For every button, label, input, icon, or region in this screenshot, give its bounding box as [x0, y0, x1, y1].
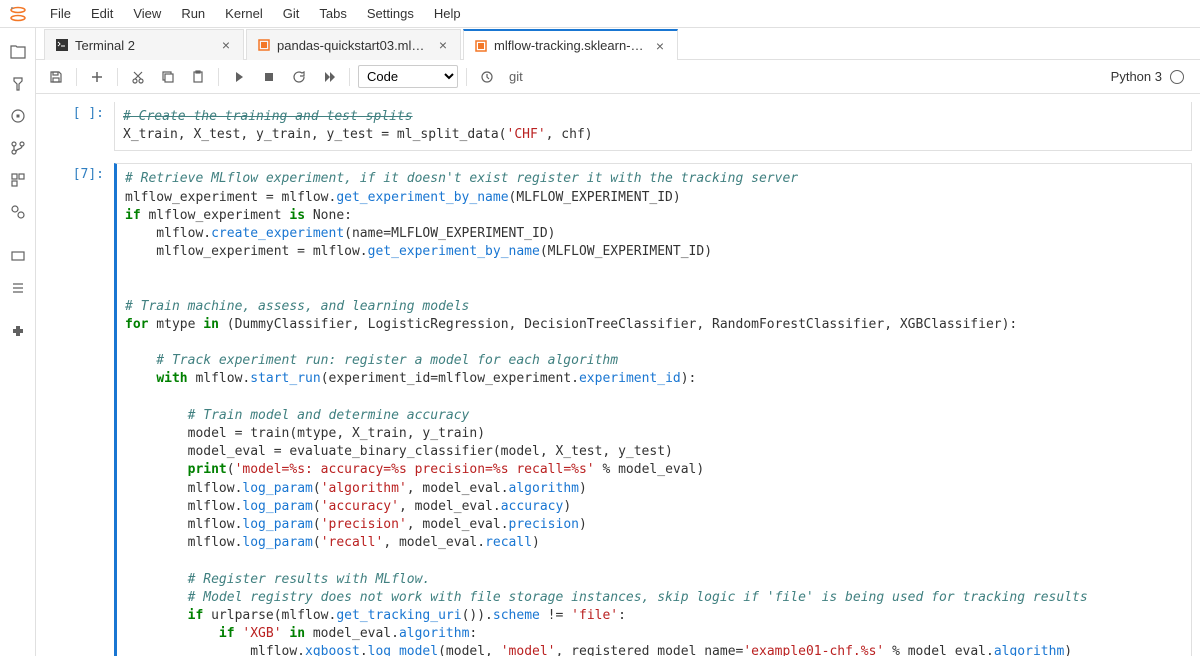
- tab-mlflow-tracking[interactable]: mlflow-tracking.sklearn-panc ×: [463, 29, 678, 60]
- tab-bar: Terminal 2 × pandas-quickstart03.ml.ipyn…: [36, 28, 1200, 60]
- menu-edit[interactable]: Edit: [81, 2, 123, 25]
- git-branch-icon[interactable]: [0, 132, 36, 164]
- close-icon[interactable]: ×: [219, 38, 233, 52]
- left-sidebar: [0, 28, 36, 656]
- paste-button[interactable]: [186, 65, 210, 89]
- restart-button[interactable]: [287, 65, 311, 89]
- notebook-area[interactable]: [ ]: # Create the training and test spli…: [36, 94, 1200, 656]
- menu-help[interactable]: Help: [424, 2, 471, 25]
- menu-run[interactable]: Run: [171, 2, 215, 25]
- menu-kernel[interactable]: Kernel: [215, 2, 273, 25]
- cell-type-select[interactable]: Code: [358, 65, 458, 88]
- cell-prompt: [ ]:: [44, 102, 114, 151]
- restart-run-all-button[interactable]: [317, 65, 341, 89]
- close-icon[interactable]: ×: [653, 39, 667, 53]
- menu-git[interactable]: Git: [273, 2, 310, 25]
- file-browser-icon[interactable]: [0, 36, 36, 68]
- notebook-icon: [257, 38, 271, 52]
- menu-settings[interactable]: Settings: [357, 2, 424, 25]
- save-button[interactable]: [44, 65, 68, 89]
- running-sessions-icon[interactable]: [0, 68, 36, 100]
- history-icon[interactable]: [475, 65, 499, 89]
- menu-tabs[interactable]: Tabs: [309, 2, 356, 25]
- kernel-name[interactable]: Python 3: [1111, 69, 1162, 84]
- copy-button[interactable]: [156, 65, 180, 89]
- tab-label: mlflow-tracking.sklearn-panc: [494, 38, 645, 53]
- code-cell[interactable]: [7]: # Retrieve MLflow experiment, if it…: [44, 159, 1192, 656]
- toc-icon[interactable]: [0, 272, 36, 304]
- tab-label: Terminal 2: [75, 38, 211, 53]
- cut-button[interactable]: [126, 65, 150, 89]
- run-button[interactable]: [227, 65, 251, 89]
- extensions-icon[interactable]: [0, 316, 36, 348]
- menu-file[interactable]: File: [40, 2, 81, 25]
- tabs-icon[interactable]: [0, 240, 36, 272]
- terminal-icon: [55, 38, 69, 52]
- add-cell-button[interactable]: [85, 65, 109, 89]
- kernel-status-icon[interactable]: [1170, 70, 1184, 84]
- cell-prompt: [7]:: [44, 163, 114, 656]
- menu-view[interactable]: View: [123, 2, 171, 25]
- notebook-toolbar: Code git Python 3: [36, 60, 1200, 94]
- jupyter-logo-icon: [8, 4, 28, 24]
- notebook-icon: [474, 39, 488, 53]
- code-cell[interactable]: [ ]: # Create the training and test spli…: [44, 98, 1192, 155]
- settings-icon[interactable]: [0, 196, 36, 228]
- close-icon[interactable]: ×: [436, 38, 450, 52]
- git-label: git: [509, 69, 523, 84]
- tab-pandas-quickstart[interactable]: pandas-quickstart03.ml.ipynb ×: [246, 29, 461, 60]
- tab-label: pandas-quickstart03.ml.ipynb: [277, 38, 428, 53]
- menubar: File Edit View Run Kernel Git Tabs Setti…: [0, 0, 1200, 28]
- tab-terminal[interactable]: Terminal 2 ×: [44, 29, 244, 60]
- stop-button[interactable]: [257, 65, 281, 89]
- git-icon[interactable]: [0, 100, 36, 132]
- commands-icon[interactable]: [0, 164, 36, 196]
